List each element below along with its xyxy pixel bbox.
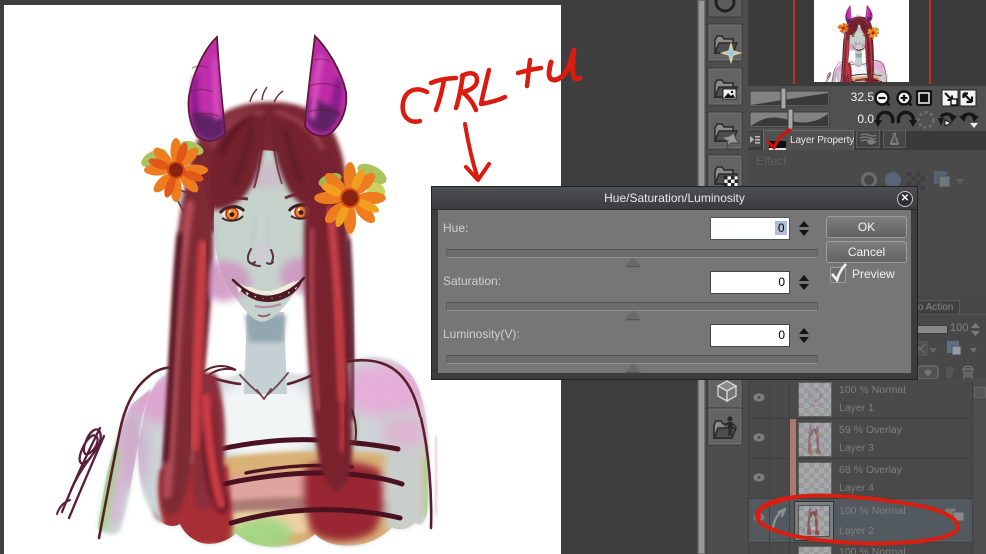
svg-text:0.0: 0.0 (857, 112, 874, 126)
svg-text:32.5: 32.5 (851, 90, 875, 104)
